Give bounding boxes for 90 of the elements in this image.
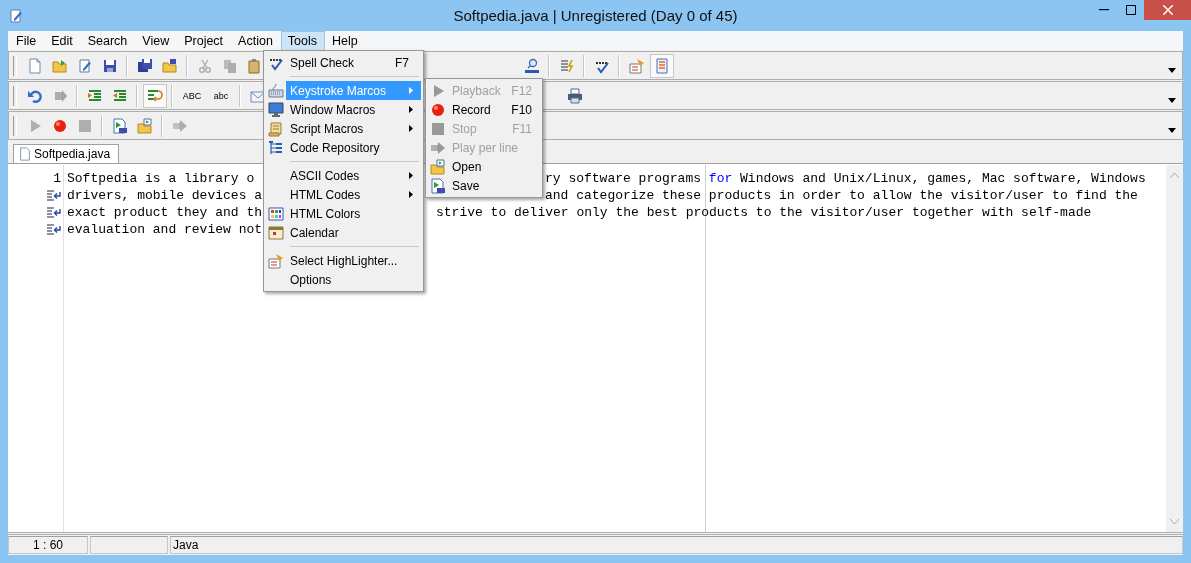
menu-item[interactable]: Tools: [280, 30, 326, 51]
tree-icon: [268, 139, 284, 156]
code-text: strive to deliver only the best products to the visitor/user together with self-made: [436, 205, 1092, 220]
close-icon: [1162, 5, 1173, 15]
record-icon: [430, 101, 446, 118]
submenu-arrow-icon: [409, 172, 413, 179]
word-wrap-icon: [147, 87, 163, 104]
keyword-text: for: [708, 171, 733, 186]
menu-item[interactable]: Edit: [44, 30, 81, 51]
stop-icon: [430, 120, 446, 137]
menu-option[interactable]: Script Macros: [266, 119, 421, 138]
menu-option[interactable]: Open: [428, 157, 540, 176]
case-button[interactable]: abc: [207, 83, 235, 108]
menu-item[interactable]: Project: [177, 30, 232, 51]
open-macro-icon: [430, 158, 446, 175]
code-text: drivers, mobile devices a: [67, 188, 263, 203]
save-macro-icon: [430, 177, 446, 194]
outdent-icon: [112, 87, 128, 104]
copy-icon: [222, 57, 238, 74]
minimize-icon: [1098, 9, 1109, 11]
menu-item[interactable]: View: [135, 30, 178, 51]
submenu-arrow-icon: [409, 191, 413, 198]
highlighter-icon: [629, 57, 645, 74]
menu-item[interactable]: Help: [325, 30, 366, 51]
menu-item[interactable]: Search: [80, 30, 136, 51]
scroll-icon: [268, 120, 284, 137]
close-button[interactable]: [1144, 0, 1191, 20]
open-macro-icon: [137, 117, 153, 134]
paste-icon: [247, 57, 263, 74]
overflow-caret-icon[interactable]: [1168, 68, 1176, 73]
document-icon: [654, 57, 670, 74]
scissors-icon: [197, 57, 213, 74]
overflow-caret-icon[interactable]: [1168, 128, 1176, 133]
menu-option[interactable]: Save: [428, 176, 540, 195]
calendar-icon: [268, 224, 284, 241]
code-text: Windows and Unix/Linux, games, Mac software, Windows: [739, 171, 1146, 186]
code-text: ry software programs: [545, 171, 703, 186]
format-lines-icon: [559, 57, 575, 74]
play-per-line-icon: [430, 139, 446, 156]
highlighter-icon: [268, 252, 284, 269]
indent-icon: [87, 87, 103, 104]
file-tab[interactable]: Softpedia.java: [13, 144, 120, 163]
menu-option[interactable]: Select HighLighter...: [266, 251, 421, 270]
menu-item[interactable]: File: [9, 30, 45, 51]
menu-option[interactable]: Code Repository: [266, 138, 421, 157]
stop-icon: [77, 117, 93, 134]
new-file-icon: [27, 57, 43, 74]
code-text: and categorize these products in order to allow the visitor/user to find the: [545, 188, 1138, 203]
language-label: Java: [170, 536, 1183, 554]
monitor-icon: [268, 101, 284, 118]
code-text: Softpedia is a library o: [67, 171, 255, 186]
menu-item[interactable]: Action: [231, 30, 281, 51]
menu-option[interactable]: HTML Colors: [266, 204, 421, 223]
submenu-arrow-icon: [409, 87, 413, 94]
word-wrap-button[interactable]: [143, 83, 167, 108]
wrap-marker-icon: [47, 190, 61, 201]
window-title: Softpedia.java | Unregistered (Day 0 of 45): [453, 7, 738, 24]
folder-icon: [162, 57, 178, 74]
menu-option[interactable]: Window Macros: [266, 100, 421, 119]
app-icon: [8, 7, 24, 24]
document-button[interactable]: [650, 53, 674, 78]
file-icon: [18, 147, 32, 161]
save-macro-icon: [112, 117, 128, 134]
case-button[interactable]: ABC: [178, 83, 206, 108]
line-number: 1: [53, 171, 61, 186]
menu-option[interactable]: Record F10: [428, 100, 540, 119]
save-all-icon: [137, 57, 153, 74]
printer-icon: [567, 87, 583, 104]
keyboard-icon: [268, 82, 284, 99]
overflow-caret-icon[interactable]: [1168, 98, 1176, 103]
cursor-position: 1 : 60: [8, 536, 88, 554]
menu-option[interactable]: ASCII Codes: [266, 166, 421, 185]
play-per-line-icon: [172, 117, 188, 134]
submenu-arrow-icon: [409, 106, 413, 113]
submenu-arrow-icon: [409, 125, 413, 132]
wrap-marker-icon: [47, 224, 61, 235]
maximize-icon: [1125, 5, 1136, 15]
menu-option[interactable]: Options: [266, 270, 421, 289]
folder-icon: [52, 57, 68, 74]
edit-icon: [77, 57, 93, 74]
save-icon: [102, 57, 118, 74]
menu-option[interactable]: Calendar: [266, 223, 421, 242]
menu-option[interactable]: Spell Check F7: [266, 53, 421, 72]
color-grid-icon: [268, 205, 284, 222]
code-text: exact product they and th: [67, 205, 263, 220]
code-text: evaluation and review not: [67, 222, 263, 237]
menu-option[interactable]: HTML Codes: [266, 185, 421, 204]
record-icon: [52, 117, 68, 134]
find-replace-icon: [524, 57, 540, 74]
wrap-marker-icon: [47, 207, 61, 218]
